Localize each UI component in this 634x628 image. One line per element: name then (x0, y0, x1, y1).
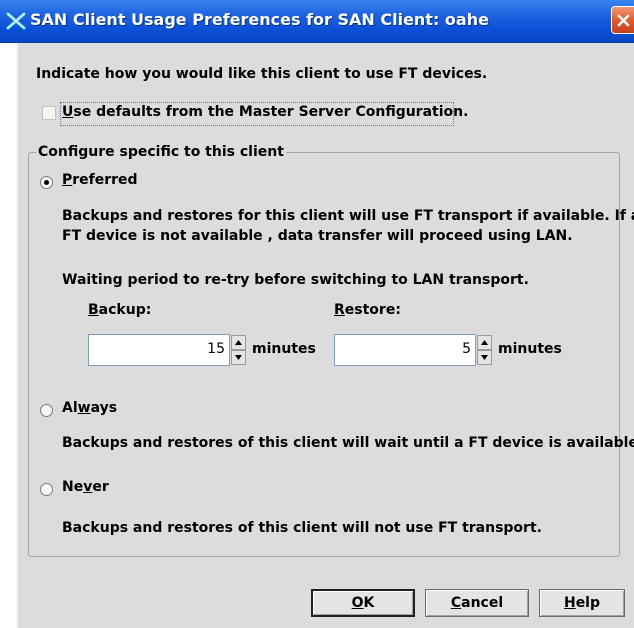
backup-spin-up[interactable] (231, 335, 246, 350)
backup-label-rest: ackup: (98, 302, 152, 318)
mnemonic-h: H (563, 595, 576, 611)
restore-value: 5 (462, 341, 471, 357)
use-defaults-label[interactable]: Use defaults from the Master Server Conf… (62, 104, 468, 120)
restore-unit-label: minutes (498, 341, 562, 357)
ok-button[interactable]: OK (311, 589, 415, 617)
restore-label-rest: estore: (344, 302, 401, 318)
help-button[interactable]: Help (539, 589, 625, 617)
close-button[interactable] (611, 6, 634, 34)
preferred-desc-line1: Backups and restores for this client wil… (62, 208, 634, 224)
mnemonic-w: w (77, 400, 91, 416)
backup-minutes-input[interactable]: 15 (88, 334, 230, 366)
use-defaults-label-rest: se defaults from the Master Server Confi… (73, 104, 469, 120)
never-label-rest: er (92, 479, 109, 495)
never-description: Backups and restores of this client will… (62, 520, 542, 536)
never-radio[interactable] (40, 483, 53, 496)
backup-spinner[interactable] (231, 335, 246, 365)
never-label[interactable]: Never (62, 479, 109, 495)
always-label-start: Al (62, 400, 78, 416)
preferred-radio[interactable] (40, 176, 53, 189)
restore-spin-up[interactable] (477, 335, 492, 350)
mnemonic-o: O (351, 595, 364, 611)
group-title: Configure specific to this client (36, 144, 286, 160)
mnemonic-p: P (62, 172, 73, 188)
radio-selected-dot (44, 180, 49, 185)
waiting-period-text: Waiting period to re-try before switchin… (62, 272, 529, 288)
mnemonic-v: v (83, 479, 93, 495)
mnemonic-u: U (62, 104, 74, 120)
always-radio[interactable] (40, 404, 53, 417)
window-title: SAN Client Usage Preferences for SAN Cli… (30, 10, 489, 29)
restore-spin-down[interactable] (477, 350, 492, 365)
backup-label: Backup: (88, 302, 151, 318)
restore-spinner[interactable] (477, 335, 492, 365)
backup-spin-down[interactable] (231, 350, 246, 365)
app-x-icon (6, 11, 26, 31)
cancel-button[interactable]: Cancel (425, 589, 529, 617)
use-defaults-checkbox[interactable] (42, 106, 56, 120)
preferred-label-rest: referred (72, 172, 138, 188)
help-label-rest: elp (575, 595, 601, 611)
always-label[interactable]: Always (62, 400, 117, 416)
never-label-start: Ne (62, 479, 84, 495)
mnemonic-r: R (334, 302, 345, 318)
always-description: Backups and restores of this client will… (62, 435, 634, 451)
intro-text: Indicate how you would like this client … (36, 66, 488, 82)
backup-value: 15 (207, 341, 225, 357)
restore-label: Restore: (334, 302, 401, 318)
always-label-rest: ays (90, 400, 118, 416)
mnemonic-c: C (450, 595, 462, 611)
backup-unit-label: minutes (252, 341, 316, 357)
preferred-label[interactable]: Preferred (62, 172, 138, 188)
preferred-desc-line2: FT device is not available , data transf… (62, 228, 573, 244)
restore-minutes-input[interactable]: 5 (334, 334, 476, 366)
cancel-label-rest: ancel (461, 595, 504, 611)
mnemonic-b: B (88, 302, 99, 318)
title-bar: SAN Client Usage Preferences for SAN Cli… (0, 0, 634, 43)
ok-label-rest: K (363, 595, 375, 611)
